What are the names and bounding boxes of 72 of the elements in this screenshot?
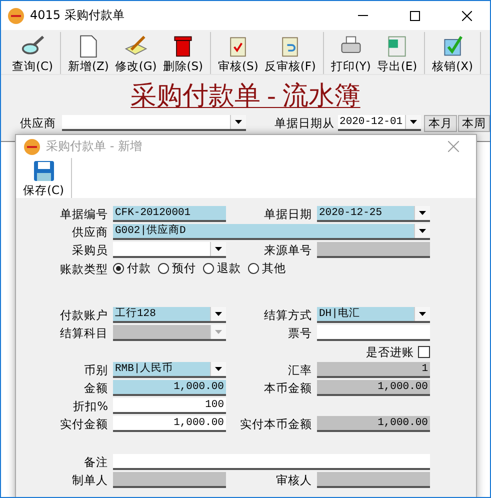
field-label: 币别: [83, 362, 108, 378]
dropdown-field[interactable]: [113, 242, 226, 258]
field-label: 供应商: [20, 116, 56, 130]
app-logo-icon: [24, 138, 40, 154]
field-label: 实付本币金额: [239, 416, 312, 432]
toolbar-button[interactable]: 导出(E): [374, 32, 420, 74]
dropdown-field[interactable]: 工行128: [113, 307, 226, 323]
input-field[interactable]: 1,000.00: [113, 416, 226, 432]
maximize-icon: [410, 10, 420, 20]
field-label: 本币金额: [263, 380, 312, 396]
radio-option[interactable]: 退款: [203, 261, 241, 276]
toolbar-button[interactable]: 查询(C): [9, 32, 56, 74]
caret-icon: [234, 120, 242, 124]
field-label: 单据日期从: [274, 116, 335, 130]
field-label: 结算科目: [59, 325, 108, 341]
window-title: 4015 采购付款单: [30, 7, 126, 24]
dropdown-field[interactable]: [62, 115, 246, 131]
field-label: 审核人: [275, 472, 312, 488]
caret-icon: [215, 312, 222, 316]
input-field[interactable]: 100: [113, 398, 226, 414]
toolbar-button[interactable]: 核销(X): [429, 32, 476, 74]
period-button[interactable]: 本月: [424, 114, 457, 132]
dialog-title: 采购付款单 - 新增: [46, 138, 143, 155]
radio-option[interactable]: 预付: [158, 261, 196, 276]
dropdown-field[interactable]: 2020-12-25: [317, 206, 430, 222]
caret-icon: [419, 229, 426, 233]
field-label: 单据编号: [59, 206, 108, 222]
dropdown-field[interactable]: DH|电汇: [317, 307, 430, 323]
save-button[interactable]: 保存(C): [20, 158, 68, 198]
caret-icon: [215, 247, 222, 251]
checkbox[interactable]: [418, 346, 430, 358]
minimize-icon: [358, 15, 368, 16]
field-label: 金额: [83, 380, 108, 396]
toolbar-button[interactable]: 修改(G): [112, 32, 160, 74]
field-label: 折扣%: [72, 398, 108, 414]
app-logo-icon: [8, 8, 24, 24]
radio-option[interactable]: 其他: [248, 261, 286, 276]
input-field[interactable]: [317, 325, 430, 341]
field-label: 制单人: [71, 472, 108, 488]
toolbar-button[interactable]: 删除(S): [160, 32, 206, 74]
field-label: 备注: [83, 454, 108, 470]
close-icon: [462, 10, 472, 20]
toolbar-button[interactable]: 反审核(F): [261, 32, 319, 74]
field-label: 账款类型: [59, 260, 108, 276]
close-icon: [448, 141, 458, 152]
period-button[interactable]: 本周: [458, 114, 490, 132]
input-field[interactable]: 1,000.00: [113, 380, 226, 396]
radio-option[interactable]: 付款: [113, 261, 151, 276]
toolbar-button[interactable]: 新增(Z): [65, 32, 112, 74]
input-field[interactable]: CFK-20120001: [113, 206, 226, 222]
field-label: 单据日期: [263, 206, 312, 222]
field-label: 供应商: [71, 224, 108, 240]
field-label: 付款账户: [59, 307, 108, 323]
input-field[interactable]: [113, 454, 430, 470]
caret-icon: [419, 312, 426, 316]
date-field[interactable]: 2020-12-01: [338, 115, 422, 131]
caret-icon: [410, 120, 418, 124]
field-label: 结算方式: [263, 307, 312, 323]
toolbar-button[interactable]: 审核(S): [215, 32, 262, 74]
dropdown-field[interactable]: RMB|人民币: [113, 362, 226, 378]
toolbar-button[interactable]: 打印(Y): [328, 32, 374, 74]
field-label: 汇率: [287, 362, 312, 378]
caret-icon: [215, 330, 222, 334]
caret-icon: [215, 367, 222, 371]
checkbox-label: 是否进账: [366, 344, 414, 360]
page-heading: 采购付款单 - 流水簿: [130, 81, 362, 111]
caret-icon: [419, 211, 426, 215]
field-label: 实付金额: [59, 416, 108, 432]
field-label: 来源单号: [263, 242, 312, 258]
field-label: 采购员: [71, 242, 108, 258]
field-label: 票号: [287, 325, 312, 341]
dropdown-field[interactable]: G002|供应商D: [113, 224, 430, 240]
